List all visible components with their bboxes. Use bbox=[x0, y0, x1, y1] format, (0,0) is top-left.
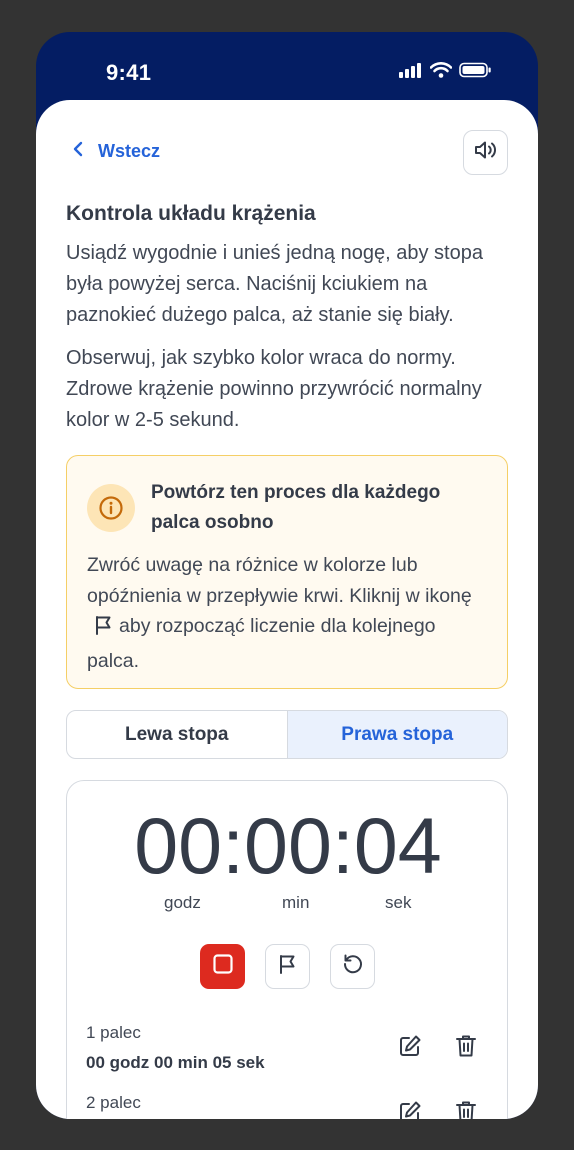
unit-hours-label: godz bbox=[164, 893, 201, 912]
alert-body-text-2: aby rozpocząć liczenie dla kolejnego pal… bbox=[87, 615, 436, 672]
tab-left-foot[interactable]: Lewa stopa bbox=[67, 711, 288, 758]
reset-button[interactable] bbox=[330, 944, 375, 989]
flag-icon bbox=[93, 614, 115, 646]
content-sheet: Wstecz Kontrola układu krążenia Usiądź w… bbox=[36, 100, 538, 1119]
reset-icon bbox=[341, 952, 365, 981]
instruction-paragraph-1: Usiądź wygodnie i unieś jedną nogę, aby … bbox=[66, 242, 483, 326]
edit-icon bbox=[397, 1033, 423, 1064]
status-time: 9:41 bbox=[106, 60, 152, 85]
info-alert: Powtórz ten proces dla każdego palca oso… bbox=[66, 455, 508, 689]
timer-card: 00:00:04 godz min sek 1 palec 00 godz 00… bbox=[66, 780, 508, 1119]
lap-1-label: 1 palec bbox=[86, 1023, 141, 1042]
instruction-paragraph-2: Obserwuj, jak szybko kolor wraca do norm… bbox=[66, 347, 482, 431]
delete-lap-2-button[interactable] bbox=[451, 1099, 481, 1119]
lap-1-value: 00 godz 00 min 05 sek bbox=[86, 1053, 265, 1072]
info-icon bbox=[87, 484, 135, 532]
chevron-left-icon bbox=[72, 141, 84, 162]
status-bar: 9:41 bbox=[36, 32, 538, 100]
audio-button[interactable] bbox=[463, 130, 508, 175]
tab-right-foot[interactable]: Prawa stopa bbox=[287, 711, 507, 758]
edit-icon bbox=[397, 1099, 423, 1119]
speaker-icon bbox=[473, 139, 499, 166]
wifi-icon bbox=[429, 62, 453, 83]
stop-icon bbox=[212, 953, 234, 980]
page-title: Kontrola układu krążenia bbox=[66, 202, 316, 225]
battery-icon bbox=[459, 62, 492, 83]
lap-flag-button[interactable] bbox=[265, 944, 310, 989]
phone-frame: 9:41 Wstecz Kontrola układu krążenia Usi… bbox=[36, 32, 538, 1119]
edit-lap-2-button[interactable] bbox=[395, 1099, 425, 1119]
delete-lap-1-button[interactable] bbox=[451, 1033, 481, 1063]
timer-display: 00:00:04 bbox=[134, 801, 442, 890]
alert-body-text-1: Zwróć uwagę na różnice w kolorze lub opó… bbox=[87, 554, 472, 607]
trash-icon bbox=[454, 1033, 478, 1064]
system-icons bbox=[399, 62, 492, 83]
edit-lap-1-button[interactable] bbox=[395, 1033, 425, 1063]
unit-minutes-label: min bbox=[282, 893, 310, 912]
unit-seconds-label: sek bbox=[385, 893, 412, 912]
back-button[interactable]: Wstecz bbox=[72, 141, 160, 162]
flag-icon bbox=[277, 953, 299, 980]
alert-title: Powtórz ten proces dla każdego palca oso… bbox=[151, 482, 441, 533]
stop-button[interactable] bbox=[200, 944, 245, 989]
back-label: Wstecz bbox=[98, 141, 161, 161]
signal-icon bbox=[399, 62, 423, 83]
alert-body: Zwróć uwagę na różnice w kolorze lub opó… bbox=[87, 550, 492, 676]
trash-icon bbox=[454, 1099, 478, 1119]
foot-selector: Lewa stopa Prawa stopa bbox=[66, 710, 508, 759]
lap-2-label: 2 palec bbox=[86, 1093, 141, 1112]
